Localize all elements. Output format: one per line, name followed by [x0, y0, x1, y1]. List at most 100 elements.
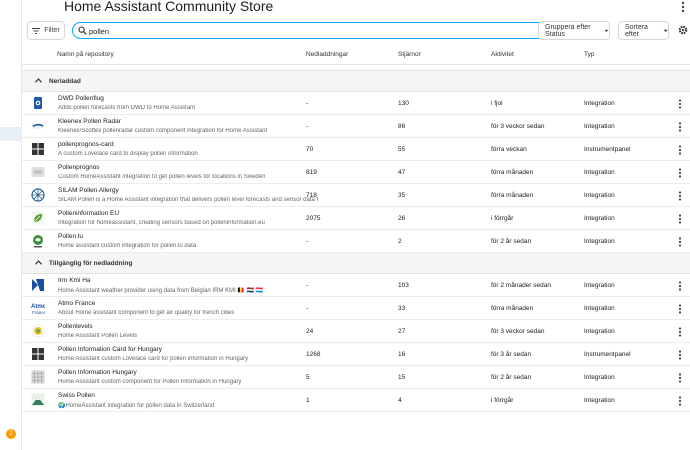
type-cell: Integration: [584, 169, 615, 176]
repository-name: DWD Pollenflug: [58, 95, 104, 102]
top-bar: Home Assistant Community Store: [22, 0, 690, 14]
repository-description: Home Assistant Pollen Levels: [58, 333, 138, 339]
downloads-cell: 5: [306, 374, 310, 381]
repository-name: Atmo France: [58, 300, 96, 307]
table-row[interactable]: Pollenlevels Home Assistant Pollen Level…: [22, 320, 690, 343]
column-header-name[interactable]: Namn på repository: [57, 51, 114, 58]
row-menu-icon[interactable]: [676, 326, 684, 338]
repository-name: SILAM Pollen Allergy: [58, 187, 119, 194]
search-field[interactable]: [72, 22, 553, 39]
type-cell: Integration: [584, 100, 615, 107]
activity-cell: för 3 veckor sedan: [491, 123, 545, 130]
stars-cell: 35: [398, 192, 406, 199]
type-cell: Instrumentpanel: [584, 351, 631, 358]
stars-cell: 15: [398, 374, 406, 381]
row-menu-icon[interactable]: [676, 395, 684, 407]
activity-cell: i fjol: [491, 100, 503, 107]
column-header-downloads[interactable]: Nedladdningar: [306, 51, 348, 58]
repository-name: Pollen Information Hungary: [58, 369, 137, 376]
activity-cell: för 2 månader sedan: [491, 282, 551, 289]
repository-description: A custom Lovelace card to display pollen…: [58, 151, 198, 157]
downloads-cell: -: [306, 305, 309, 312]
notification-badge[interactable]: 2: [6, 429, 16, 439]
table-row[interactable]: Irm Kmi Ha Home Assistant weather provid…: [22, 274, 690, 297]
irm-logo: [31, 278, 45, 292]
hacs-app: 2 Home Assistant Community Store Filter …: [0, 0, 690, 450]
type-cell: Integration: [584, 328, 615, 335]
table-row[interactable]: Atmo France Atmo France About Home assist…: [22, 297, 690, 320]
row-menu-icon[interactable]: [676, 349, 684, 361]
row-menu-icon[interactable]: [676, 372, 684, 384]
chevron-down-icon: [604, 29, 609, 32]
stars-cell: 16: [398, 351, 406, 358]
sidebar: 2: [0, 0, 22, 450]
pollenlevels-logo: [31, 324, 45, 338]
table-row[interactable]: DWD Pollenflug Adds pollen forecasts fro…: [22, 92, 690, 115]
group-by-label: Gruppera efter Status: [545, 23, 591, 38]
filter-icon: [32, 27, 41, 34]
row-menu-icon[interactable]: [676, 213, 684, 225]
group-label: Nerladdad: [49, 78, 81, 85]
page-title: Home Assistant Community Store: [64, 0, 274, 14]
type-cell: Integration: [584, 215, 615, 222]
row-menu-icon[interactable]: [676, 303, 684, 315]
filter-label: Filter: [44, 27, 60, 34]
activity-cell: förra månaden: [491, 192, 534, 199]
table-row[interactable]: Kleenex Pollen Radar Kleenex/Scottex pol…: [22, 115, 690, 138]
table-row[interactable]: Pollen.lu Home assistant custom integrat…: [22, 230, 690, 253]
repository-name: pollenprognos-card: [58, 141, 114, 148]
repository-name: Pollen Information Card for Hungary: [58, 346, 163, 353]
filter-button[interactable]: Filter: [27, 21, 65, 40]
column-header-type[interactable]: Typ: [584, 51, 594, 58]
table-row[interactable]: Pollen Information Card for Hungary Home…: [22, 343, 690, 366]
type-cell: Integration: [584, 374, 615, 381]
search-input[interactable]: [89, 25, 529, 37]
row-menu-icon[interactable]: [676, 190, 684, 202]
type-cell: Integration: [584, 397, 615, 404]
table-header: Namn på repository Nedladdningar Stjärno…: [22, 45, 690, 65]
row-menu-icon[interactable]: [676, 236, 684, 248]
table-row[interactable]: Swiss Pollen 🌍HomeAssistant integration …: [22, 389, 690, 412]
stars-cell: 86: [398, 123, 406, 130]
table-row[interactable]: Pollenprognos Custom HomeAssistant integ…: [22, 161, 690, 184]
repository-description: Integration for homeassistant, creating …: [58, 220, 265, 226]
table-row[interactable]: pollenprognos-card A custom Lovelace car…: [22, 138, 690, 161]
column-header-activity[interactable]: Aktivitet: [491, 51, 514, 58]
group-header-downloaded[interactable]: Nerladdad: [22, 70, 690, 92]
downloads-cell: 819: [306, 169, 317, 176]
row-menu-icon[interactable]: [676, 280, 684, 292]
activity-cell: förra veckan: [491, 146, 527, 153]
row-menu-icon[interactable]: [676, 167, 684, 179]
activity-cell: för 2 år sedan: [491, 238, 532, 245]
hungary-grid-logo: [31, 370, 45, 384]
repository-description: Home Assistant custom component for Poll…: [58, 379, 242, 385]
search-icon: [78, 26, 87, 35]
group-header-available[interactable]: Tillgänglig för nedladdning: [22, 252, 690, 274]
overflow-menu-icon[interactable]: [677, 0, 689, 14]
sort-dropdown[interactable]: Sortera efter: [618, 21, 669, 40]
swiss-pollen-logo: [31, 393, 45, 407]
table-row[interactable]: Pollen Information Hungary Home Assistan…: [22, 366, 690, 389]
gear-icon[interactable]: [678, 25, 688, 35]
repository-description: Adds pollen forecasts from DWD to Home A…: [58, 105, 196, 111]
repository-description: Kleenex/Scottex pollenradar custom compo…: [58, 128, 268, 134]
repository-name: Pollen.lu: [58, 233, 83, 240]
table-row[interactable]: SILAM Pollen Allergy SILAM Pollen is a H…: [22, 184, 690, 207]
activity-cell: förra månaden: [491, 305, 534, 312]
downloads-cell: -: [306, 100, 309, 107]
downloads-cell: 2075: [306, 215, 321, 222]
stars-cell: 26: [398, 215, 406, 222]
group-label: Tillgänglig för nedladdning: [49, 260, 133, 267]
column-header-stars[interactable]: Stjärnor: [398, 51, 421, 58]
row-menu-icon[interactable]: [676, 121, 684, 133]
dashboard-grid-icon: [31, 347, 45, 361]
dashboard-grid-icon: [31, 142, 45, 156]
repository-description: SILAM Pollen is a Home Assistant integra…: [58, 197, 319, 203]
row-menu-icon[interactable]: [676, 144, 684, 156]
stars-cell: 55: [398, 146, 406, 153]
svg-text:France: France: [32, 310, 45, 315]
row-menu-icon[interactable]: [676, 98, 684, 110]
sidebar-item-hacs[interactable]: [0, 127, 22, 141]
table-row[interactable]: Polleninformation EU Integration for hom…: [22, 207, 690, 230]
group-by-dropdown[interactable]: Gruppera efter Status: [538, 21, 610, 40]
